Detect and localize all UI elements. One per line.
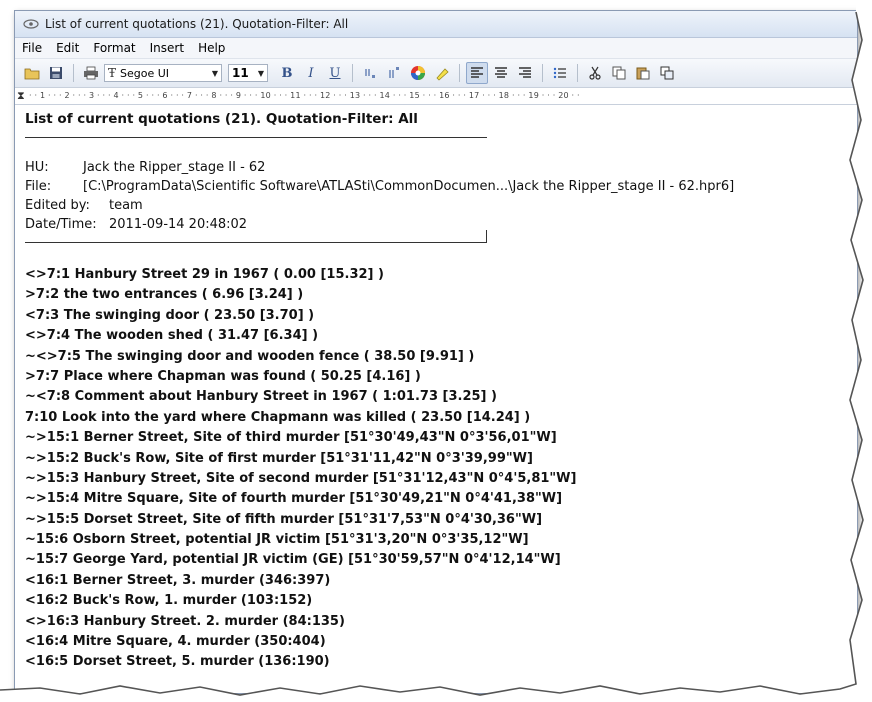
cut-icon[interactable]	[584, 62, 606, 84]
ruler-scale: · · 1 · · · 2 · · · 3 · · · 4 · · · 5 · …	[29, 91, 580, 100]
meta-hu-value: Jack the Ripper_stage II - 62	[83, 160, 266, 175]
chevron-down-icon[interactable]: ▼	[258, 69, 264, 78]
list-item: <16:5 Dorset Street, 5. murder (136:190)	[25, 654, 330, 670]
subscript-icon[interactable]	[359, 62, 381, 84]
list-item: <>7:4 The wooden shed ( 31.47 [6.34] )	[25, 328, 319, 344]
insert-object-icon[interactable]	[656, 62, 678, 84]
bold-icon[interactable]: B	[276, 62, 298, 84]
underline-icon[interactable]: U	[324, 62, 346, 84]
meta-edited-label: Edited by:	[25, 198, 90, 213]
menu-edit[interactable]: Edit	[49, 41, 86, 55]
font-size-dropdown[interactable]: 11 ▼	[228, 64, 268, 82]
meta-edited: Edited by: team	[25, 198, 857, 217]
menu-file[interactable]: File	[15, 41, 49, 55]
meta-hu: HU: Jack the Ripper_stage II - 62	[25, 160, 857, 179]
align-center-icon[interactable]	[490, 62, 512, 84]
color-icon[interactable]	[407, 62, 429, 84]
superscript-icon[interactable]	[383, 62, 405, 84]
font-size-value: 11	[232, 66, 249, 80]
save-icon[interactable]	[45, 62, 67, 84]
font-name-dropdown[interactable]: Ŧ Segoe UI ▼	[104, 64, 222, 82]
quotation-list: <>7:1 Hanbury Street 29 in 1967 ( 0.00 […	[25, 265, 857, 673]
list-item: <16:4 Mitre Square, 4. murder (350:404)	[25, 634, 326, 650]
toolbar-separator	[542, 64, 543, 82]
font-icon: Ŧ	[108, 66, 117, 80]
meta-date: Date/Time: 2011-09-14 20:48:02	[25, 217, 857, 236]
align-left-icon[interactable]	[466, 62, 488, 84]
list-item: ~<>7:5 The swinging door and wooden fenc…	[25, 348, 475, 364]
toolbar-separator	[352, 64, 353, 82]
title-bar: List of current quotations (21). Quotati…	[15, 11, 857, 38]
menu-help[interactable]: Help	[191, 41, 232, 55]
divider	[25, 230, 487, 243]
indent-marker-icon[interactable]: ⧗	[17, 89, 25, 103]
meta-file-value: [C:\ProgramData\Scientific Software\ATLA…	[83, 179, 735, 194]
toolbar-separator	[577, 64, 578, 82]
toolbar-separator	[459, 64, 460, 82]
document-body[interactable]: List of current quotations (21). Quotati…	[15, 105, 857, 673]
list-item: >7:2 the two entrances ( 6.96 [3.24] )	[25, 287, 304, 303]
list-item: ~15:7 George Yard, potential JR victim (…	[25, 552, 561, 568]
ruler[interactable]: ⧗ · · 1 · · · 2 · · · 3 · · · 4 · · · 5 …	[15, 88, 857, 105]
window-title: List of current quotations (21). Quotati…	[45, 17, 349, 31]
list-item: <>16:3 Hanbury Street. 2. murder (84:135…	[25, 613, 345, 629]
editor-window: List of current quotations (21). Quotati…	[14, 10, 858, 694]
list-item: <7:3 The swinging door ( 23.50 [3.70] )	[25, 307, 315, 323]
list-item: 7:10 Look into the yard where Chapmann w…	[25, 409, 531, 425]
print-icon[interactable]	[80, 62, 102, 84]
copy-icon[interactable]	[608, 62, 630, 84]
list-item: <16:2 Buck's Row, 1. murder (103:152)	[25, 593, 313, 609]
paste-icon[interactable]	[632, 62, 654, 84]
list-item: ~15:6 Osborn Street, potential JR victim…	[25, 532, 529, 548]
open-icon[interactable]	[21, 62, 43, 84]
chevron-down-icon[interactable]: ▼	[212, 69, 218, 78]
meta-edited-value: team	[109, 198, 143, 213]
list-item: ~>15:4 Mitre Square, Site of fourth murd…	[25, 491, 563, 507]
menu-bar: File Edit Format Insert Help	[15, 38, 857, 59]
list-item: ~<7:8 Comment about Hanbury Street in 19…	[25, 389, 497, 405]
meta-date-value: 2011-09-14 20:48:02	[109, 217, 248, 232]
highlight-icon[interactable]	[431, 62, 453, 84]
list-item: ~>15:3 Hanbury Street, Site of second mu…	[25, 470, 577, 486]
menu-insert[interactable]: Insert	[143, 41, 191, 55]
list-item: ~>15:2 Buck's Row, Site of first murder …	[25, 450, 533, 466]
meta-date-label: Date/Time:	[25, 217, 97, 232]
meta-hu-label: HU:	[25, 160, 49, 175]
bullets-icon[interactable]	[549, 62, 571, 84]
meta-file: File: [C:\ProgramData\Scientific Softwar…	[25, 179, 857, 198]
list-item: ~>15:5 Dorset Street, Site of fifth murd…	[25, 511, 543, 527]
list-item: <16:1 Berner Street, 3. murder (346:397)	[25, 572, 331, 588]
atlas-ti-icon	[23, 17, 39, 31]
divider	[25, 137, 487, 138]
menu-format[interactable]: Format	[86, 41, 142, 55]
list-item: <>7:1 Hanbury Street 29 in 1967 ( 0.00 […	[25, 267, 384, 282]
document-heading: List of current quotations (21). Quotati…	[25, 111, 418, 127]
font-name-value: Segoe UI	[120, 66, 170, 80]
list-item: >7:7 Place where Chapman was found ( 50.…	[25, 368, 421, 384]
formatting-toolbar: Ŧ Segoe UI ▼ 11 ▼ B I U	[15, 59, 857, 88]
italic-icon[interactable]: I	[300, 62, 322, 84]
toolbar-separator	[73, 64, 74, 82]
list-item: ~>15:1 Berner Street, Site of third murd…	[25, 430, 557, 446]
align-right-icon[interactable]	[514, 62, 536, 84]
meta-file-label: File:	[25, 179, 52, 194]
